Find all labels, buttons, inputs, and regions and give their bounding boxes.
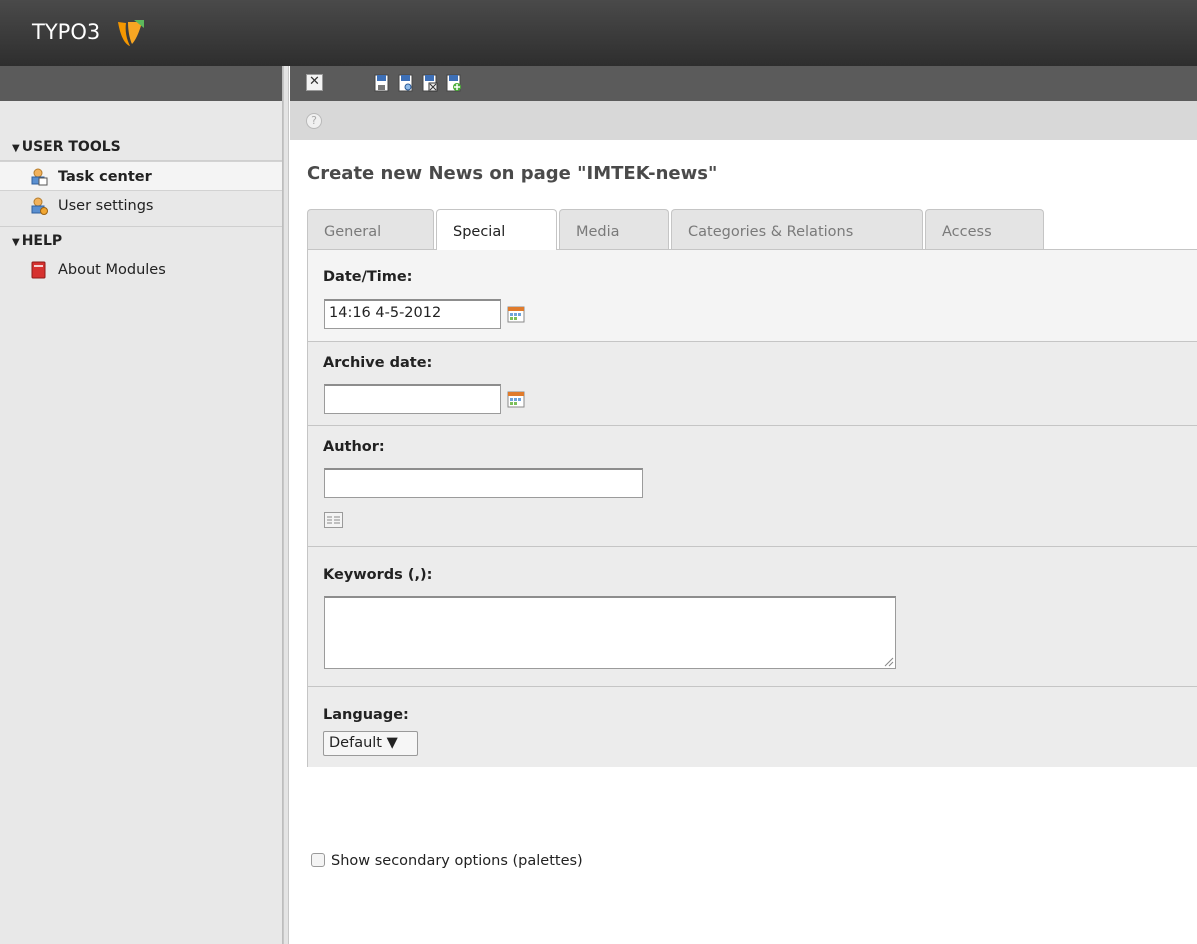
triangle-down-icon: ▼	[12, 143, 20, 154]
secondary-options-toggle[interactable]: Show secondary options (palettes)	[311, 853, 583, 869]
sidebar-item-about-modules[interactable]: About Modules	[0, 255, 282, 285]
field-keywords: Keywords (,):	[308, 547, 1197, 687]
field-label: Archive date:	[323, 355, 433, 371]
user-settings-icon	[31, 197, 48, 215]
doc-subheader: ?	[290, 101, 1197, 140]
sidebar-item-label: User settings	[58, 198, 154, 214]
tab-categories-relations[interactable]: Categories & Relations	[671, 209, 923, 249]
panel-splitter[interactable]	[283, 66, 289, 944]
save-and-close-icon[interactable]	[421, 74, 438, 92]
section-title: USER TOOLS	[21, 139, 121, 155]
language-select[interactable]: Default ▼	[323, 731, 418, 756]
tab-label: Special	[453, 224, 506, 240]
calendar-icon[interactable]	[507, 391, 525, 408]
task-center-icon	[31, 168, 48, 186]
tab-label: Categories & Relations	[688, 224, 854, 240]
page-title: Create new News on page "IMTEK-news"	[307, 163, 718, 184]
field-archive-date: Archive date:	[308, 342, 1197, 426]
sidebar-item-label: About Modules	[58, 262, 166, 278]
book-icon	[31, 261, 46, 279]
tab-general[interactable]: General	[307, 209, 434, 249]
field-label: Keywords (,):	[323, 567, 433, 583]
section-help[interactable]: ▼ HELP	[0, 227, 282, 255]
top-bar: TYPO3	[0, 0, 1197, 66]
tab-access[interactable]: Access	[925, 209, 1044, 249]
sidebar-item-task-center[interactable]: Task center	[0, 161, 282, 191]
doc-header-toolbar: ✕	[290, 66, 1197, 101]
section-title: HELP	[21, 233, 63, 249]
typo3-logo-icon	[118, 20, 144, 46]
section-user-tools[interactable]: ▼ USER TOOLS	[0, 133, 282, 161]
module-menu-header	[0, 66, 282, 101]
secondary-options-checkbox[interactable]	[311, 853, 325, 867]
typo3-logo-text: TYPO3	[32, 20, 101, 44]
keywords-textarea[interactable]	[324, 596, 896, 669]
module-menu: ▼ USER TOOLS Task center User settings ▼ H…	[0, 66, 283, 944]
edit-form: Date/Time: 14:16 4-5-2012 Archive date: …	[307, 249, 1197, 767]
field-datetime: Date/Time: 14:16 4-5-2012	[308, 250, 1197, 342]
secondary-options-label: Show secondary options (palettes)	[331, 853, 583, 869]
tab-label: Media	[576, 224, 620, 240]
tab-label: Access	[942, 224, 992, 240]
field-label: Language:	[323, 707, 409, 723]
field-label: Author:	[323, 439, 385, 455]
field-author: Author:	[308, 426, 1197, 547]
tab-special[interactable]: Special	[436, 209, 557, 250]
author-input[interactable]	[324, 468, 643, 498]
close-button[interactable]: ✕	[306, 74, 323, 91]
sidebar-item-label: Task center	[58, 169, 152, 185]
calendar-icon[interactable]	[507, 306, 525, 323]
save-and-new-icon[interactable]	[445, 74, 462, 92]
tab-label: General	[324, 224, 382, 240]
datetime-input[interactable]: 14:16 4-5-2012	[324, 299, 501, 329]
save-and-view-icon[interactable]	[397, 74, 414, 92]
tab-media[interactable]: Media	[559, 209, 669, 249]
field-language: Language: Default ▼	[308, 687, 1197, 767]
palette-toggle-icon[interactable]	[324, 512, 343, 528]
triangle-down-icon: ▼	[12, 237, 20, 248]
help-icon[interactable]: ?	[306, 113, 322, 129]
archive-date-input[interactable]	[324, 384, 501, 414]
resize-handle-icon[interactable]	[883, 656, 894, 667]
sidebar-item-user-settings[interactable]: User settings	[0, 191, 282, 221]
save-icon[interactable]	[373, 74, 390, 92]
field-label: Date/Time:	[323, 269, 413, 285]
